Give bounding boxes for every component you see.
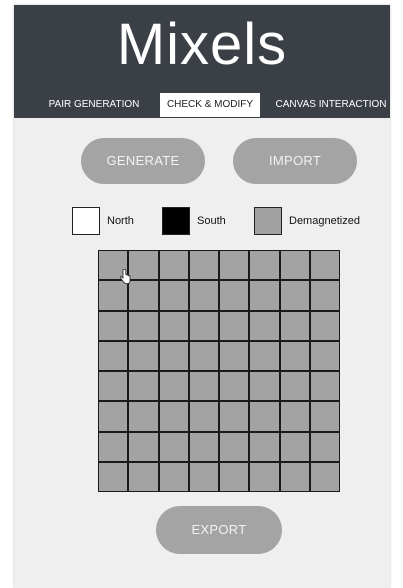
north-swatch [72,207,100,235]
grid-cell[interactable] [159,432,188,461]
grid-cell[interactable] [220,372,249,401]
app-title: Mixels [116,12,288,77]
grid-cell[interactable] [159,462,188,491]
tab-pair-generation[interactable]: PAIR GENERATION [44,93,144,117]
grid-cell[interactable] [159,251,188,280]
grid-cell[interactable] [250,341,279,370]
grid-cell[interactable] [99,311,128,340]
grid-cell[interactable] [129,311,158,340]
grid-cell[interactable] [220,251,249,280]
pixel-grid[interactable] [98,250,340,492]
grid-cell[interactable] [129,432,158,461]
south-label: South [197,215,226,227]
grid-cell[interactable] [280,402,309,431]
grid-cell[interactable] [310,251,339,280]
grid-cell[interactable] [220,341,249,370]
grid-cell[interactable] [250,281,279,310]
grid-cell[interactable] [189,432,218,461]
grid-cell[interactable] [129,462,158,491]
grid-cell[interactable] [99,372,128,401]
grid-cell[interactable] [280,372,309,401]
grid-cell[interactable] [129,341,158,370]
grid-cell[interactable] [189,372,218,401]
south-swatch [162,207,190,235]
grid-cell[interactable] [220,432,249,461]
grid-cell[interactable] [189,402,218,431]
grid-cell[interactable] [220,311,249,340]
grid-cell[interactable] [310,402,339,431]
demagnetized-label: Demagnetized [289,215,360,227]
grid-cell[interactable] [99,402,128,431]
demagnetized-swatch [254,207,282,235]
grid-cell[interactable] [189,341,218,370]
grid-cell[interactable] [310,462,339,491]
grid-cell[interactable] [310,281,339,310]
grid-cell[interactable] [280,281,309,310]
grid-cell[interactable] [129,251,158,280]
grid-cell[interactable] [250,462,279,491]
grid-cell[interactable] [129,402,158,431]
grid-cell[interactable] [250,311,279,340]
north-label: North [107,215,134,227]
grid-cell[interactable] [250,251,279,280]
grid-cell[interactable] [280,432,309,461]
grid-cell[interactable] [159,402,188,431]
grid-cell[interactable] [99,432,128,461]
export-button[interactable]: EXPORT [156,506,282,554]
grid-cell[interactable] [310,341,339,370]
import-button[interactable]: IMPORT [233,138,357,184]
grid-cell[interactable] [310,432,339,461]
grid-cell[interactable] [129,281,158,310]
grid-cell[interactable] [159,372,188,401]
grid-cell[interactable] [220,402,249,431]
grid-cell[interactable] [159,311,188,340]
grid-cell[interactable] [159,281,188,310]
generate-button[interactable]: GENERATE [81,138,205,184]
grid-cell[interactable] [280,462,309,491]
grid-cell[interactable] [99,462,128,491]
grid-cell[interactable] [99,281,128,310]
grid-cell[interactable] [310,372,339,401]
grid-cell[interactable] [189,251,218,280]
grid-cell[interactable] [310,311,339,340]
grid-cell[interactable] [189,311,218,340]
tab-canvas-interaction[interactable]: CANVAS INTERACTION [272,93,390,117]
grid-cell[interactable] [250,432,279,461]
grid-cell[interactable] [220,281,249,310]
grid-cell[interactable] [250,372,279,401]
grid-cell[interactable] [189,281,218,310]
app-header: Mixels PAIR GENERATION CHECK & MODIFY CA… [14,5,390,118]
tab-check-modify[interactable]: CHECK & MODIFY [160,93,260,117]
grid-cell[interactable] [280,251,309,280]
grid-cell[interactable] [280,341,309,370]
app-window: Mixels PAIR GENERATION CHECK & MODIFY CA… [14,5,390,588]
grid-cell[interactable] [220,462,249,491]
grid-cell[interactable] [250,402,279,431]
grid-cell[interactable] [159,341,188,370]
grid-cell[interactable] [280,311,309,340]
grid-cell[interactable] [99,341,128,370]
grid-cell[interactable] [189,462,218,491]
grid-cell[interactable] [129,372,158,401]
hand-cursor-icon [119,269,131,284]
